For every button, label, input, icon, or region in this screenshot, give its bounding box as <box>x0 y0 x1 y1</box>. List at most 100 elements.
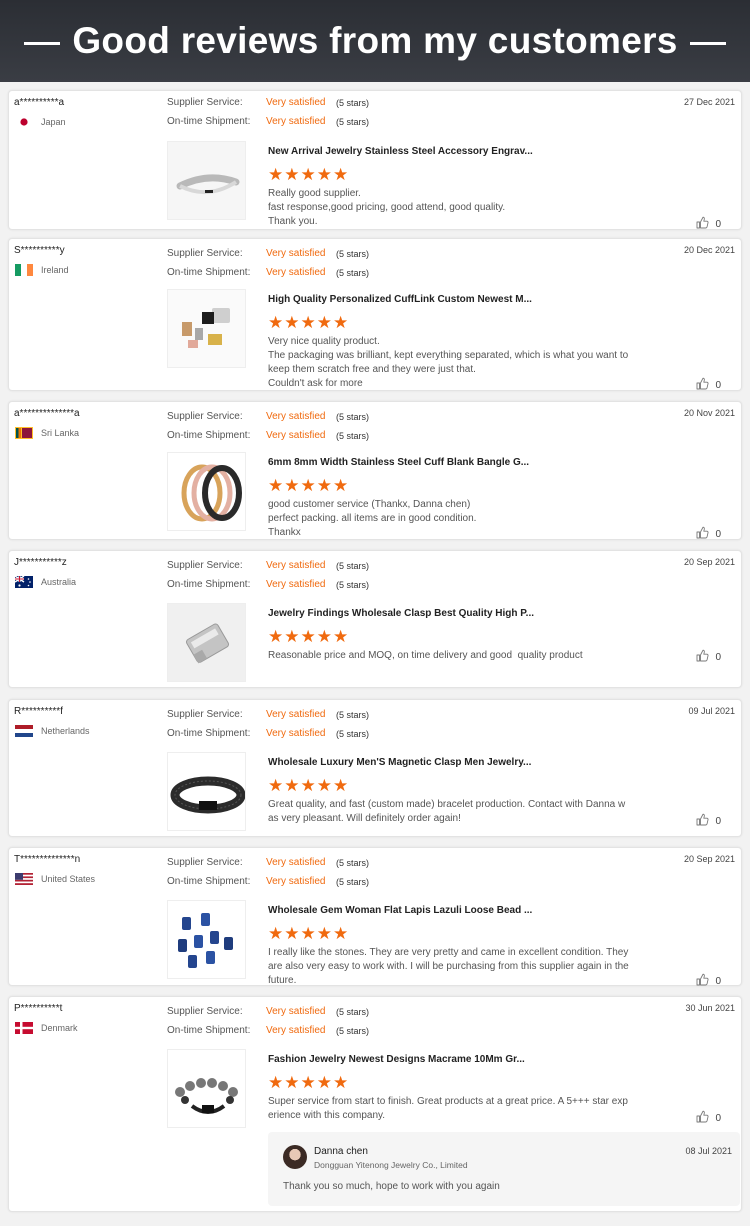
like-button[interactable]: 0 <box>696 813 721 829</box>
supplier-service-rating: Supplier Service: Very satisfied (5 star… <box>167 411 369 422</box>
reviewer-country: Australia <box>15 576 76 588</box>
star-rating: ★★★★★ <box>268 924 350 943</box>
thumbs-up-icon <box>696 649 715 665</box>
rating-value: Very satisfied <box>266 116 326 127</box>
review-text: Super service from start to finish. Grea… <box>268 1096 628 1121</box>
reviewer-name: S**********y <box>14 245 65 256</box>
rating-value: Very satisfied <box>266 411 326 422</box>
ireland-flag-icon <box>15 264 33 276</box>
rating-label: Supplier Service: <box>167 248 243 259</box>
reviewer-name: J***********z <box>14 557 67 568</box>
star-rating: ★★★★★ <box>268 1073 350 1092</box>
product-title-link[interactable]: High Quality Personalized CuffLink Custo… <box>268 294 532 305</box>
review-date: 30 Jun 2021 <box>685 1003 735 1013</box>
shipment-rating: On-time Shipment: Very satisfied (5 star… <box>167 876 369 887</box>
seller-company: Dongguan Yitenong Jewelry Co., Limited <box>314 1160 468 1170</box>
rating-value: Very satisfied <box>266 1006 326 1017</box>
shipment-rating: On-time Shipment: Very satisfied (5 star… <box>167 430 369 441</box>
product-image[interactable] <box>167 1049 246 1128</box>
reviewer-name: a**********a <box>14 97 65 108</box>
review-date: 27 Dec 2021 <box>683 97 735 107</box>
rating-stars-text: (5 stars) <box>336 430 370 441</box>
rating-value: Very satisfied <box>266 876 326 887</box>
seller-reply: Danna chen Dongguan Yitenong Jewelry Co.… <box>268 1132 740 1206</box>
product-image[interactable] <box>167 141 246 220</box>
like-button[interactable]: 0 <box>696 377 721 393</box>
supplier-service-rating: Supplier Service: Very satisfied (5 star… <box>167 857 369 868</box>
like-button[interactable]: 0 <box>696 649 721 665</box>
rating-label: On-time Shipment: <box>167 430 251 441</box>
rating-value: Very satisfied <box>266 728 326 739</box>
rating-label: On-time Shipment: <box>167 1025 251 1036</box>
review-card: P**********t Denmark 30 Jun 2021 Supplie… <box>8 996 742 1212</box>
banner-dash-right <box>689 41 726 45</box>
rating-value: Very satisfied <box>266 430 326 441</box>
product-image[interactable] <box>167 900 246 979</box>
like-button[interactable]: 0 <box>696 973 721 989</box>
reviewer-country: Ireland <box>15 264 69 276</box>
rating-stars-text: (5 stars) <box>336 857 370 868</box>
rating-stars-text: (5 stars) <box>336 1006 370 1017</box>
review-text: Great quality, and fast (custom made) br… <box>268 799 626 824</box>
review-text: Very nice quality product. The packaging… <box>268 336 629 389</box>
rating-label: Supplier Service: <box>167 97 243 108</box>
usa-flag-icon <box>15 873 33 885</box>
product-image[interactable] <box>167 603 246 682</box>
rating-stars-text: (5 stars) <box>336 267 370 278</box>
rating-stars-text: (5 stars) <box>336 876 370 887</box>
rating-value: Very satisfied <box>266 709 326 720</box>
like-button[interactable]: 0 <box>696 216 721 232</box>
product-title-link[interactable]: New Arrival Jewelry Stainless Steel Acce… <box>268 146 533 157</box>
product-title-link[interactable]: Jewelry Findings Wholesale Clasp Best Qu… <box>268 608 534 619</box>
review-card: a**********a Japan 27 Dec 2021 Supplier … <box>8 90 742 230</box>
star-rating: ★★★★★ <box>268 476 350 495</box>
rating-value: Very satisfied <box>266 560 326 571</box>
rating-label: Supplier Service: <box>167 411 243 422</box>
thumbs-up-icon <box>696 526 715 542</box>
review-date: 20 Dec 2021 <box>683 245 735 255</box>
rating-stars-text: (5 stars) <box>336 248 370 259</box>
reply-message: Thank you so much, hope to work with you… <box>283 1181 500 1192</box>
rating-value: Very satisfied <box>266 267 326 278</box>
page-banner: Good reviews from my customers <box>0 0 750 82</box>
country-name: Ireland <box>41 265 69 275</box>
reply-date: 08 Jul 2021 <box>685 1146 732 1156</box>
rating-stars-text: (5 stars) <box>336 579 370 590</box>
shipment-rating: On-time Shipment: Very satisfied (5 star… <box>167 728 369 739</box>
rating-value: Very satisfied <box>266 857 326 868</box>
supplier-service-rating: Supplier Service: Very satisfied (5 star… <box>167 709 369 720</box>
product-image[interactable] <box>167 752 246 831</box>
product-title-link[interactable]: Wholesale Gem Woman Flat Lapis Lazuli Lo… <box>268 905 532 916</box>
product-title-link[interactable]: Fashion Jewelry Newest Designs Macrame 1… <box>268 1054 525 1065</box>
supplier-service-rating: Supplier Service: Very satisfied (5 star… <box>167 560 369 571</box>
country-name: United States <box>41 874 96 884</box>
rating-value: Very satisfied <box>266 248 326 259</box>
review-date: 20 Sep 2021 <box>683 854 735 864</box>
like-count: 0 <box>715 218 721 230</box>
srilanka-flag-icon <box>15 427 33 439</box>
rating-label: On-time Shipment: <box>167 728 251 739</box>
star-rating: ★★★★★ <box>268 776 350 795</box>
rating-label: On-time Shipment: <box>167 579 251 590</box>
star-rating: ★★★★★ <box>268 627 350 646</box>
australia-flag-icon <box>15 576 33 588</box>
rating-label: Supplier Service: <box>167 709 243 720</box>
like-count: 0 <box>715 815 721 827</box>
like-count: 0 <box>715 528 721 540</box>
country-name: Australia <box>41 577 77 587</box>
product-title-link[interactable]: Wholesale Luxury Men'S Magnetic Clasp Me… <box>268 757 531 768</box>
like-button[interactable]: 0 <box>696 1110 721 1126</box>
like-button[interactable]: 0 <box>696 526 721 542</box>
rating-value: Very satisfied <box>266 579 326 590</box>
product-title-link[interactable]: 6mm 8mm Width Stainless Steel Cuff Blank… <box>268 457 529 468</box>
netherlands-flag-icon <box>15 725 33 737</box>
rating-stars-text: (5 stars) <box>336 116 370 127</box>
rating-value: Very satisfied <box>266 97 326 108</box>
review-card: R**********f Netherlands 09 Jul 2021 Sup… <box>8 699 742 837</box>
seller-name: Danna chen <box>314 1146 368 1157</box>
product-image[interactable] <box>167 289 246 368</box>
product-image[interactable] <box>167 452 246 531</box>
reviewer-name: P**********t <box>14 1003 63 1014</box>
review-card: T**************n United States 20 Sep 20… <box>8 847 742 989</box>
shipment-rating: On-time Shipment: Very satisfied (5 star… <box>167 1025 369 1036</box>
